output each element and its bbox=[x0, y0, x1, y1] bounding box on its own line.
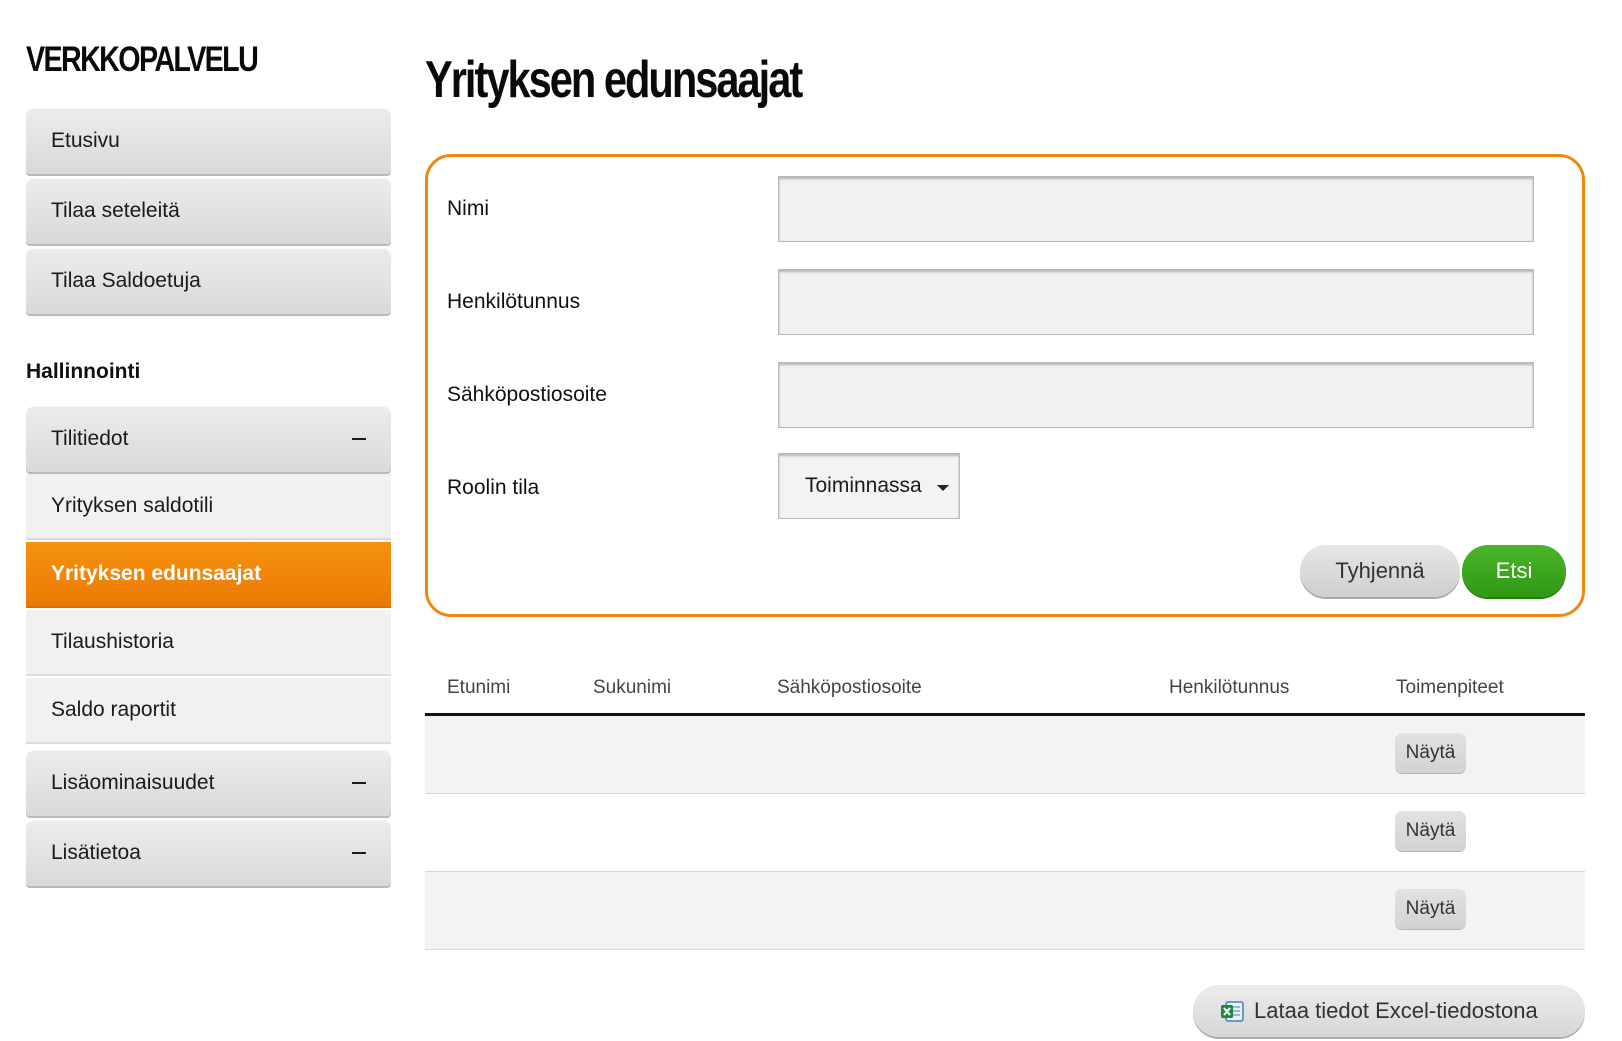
nav-group-extras[interactable]: Lisäominaisuudet bbox=[26, 750, 391, 816]
view-button[interactable]: Näytä bbox=[1395, 811, 1466, 851]
sidebar-item-beneficiaries[interactable]: Yrityksen edunsaajat bbox=[26, 542, 391, 608]
sidebar-item-balance-reports[interactable]: Saldo raportit bbox=[26, 678, 391, 744]
name-input[interactable] bbox=[778, 176, 1534, 242]
email-input[interactable] bbox=[778, 362, 1534, 428]
role-status-label: Roolin tila bbox=[447, 476, 540, 499]
nav-item-label: Tilaa seteleitä bbox=[51, 199, 180, 222]
view-button-label: Näytä bbox=[1405, 898, 1456, 919]
table-row: Näytä bbox=[425, 872, 1585, 950]
nav-item-order-balance[interactable]: Tilaa Saldoetuja bbox=[26, 248, 391, 314]
table-row: Näytä bbox=[425, 794, 1585, 872]
nav-item-etusivu[interactable]: Etusivu bbox=[26, 108, 391, 174]
clear-button[interactable]: Tyhjennä bbox=[1300, 545, 1460, 597]
view-button-label: Näytä bbox=[1405, 820, 1456, 841]
search-button-label: Etsi bbox=[1495, 558, 1533, 583]
download-excel-label: Lataa tiedot Excel-tiedostona bbox=[1254, 998, 1538, 1023]
column-header-last-name: Sukunimi bbox=[593, 677, 672, 698]
page-title: Yrityksen edunsaajat bbox=[425, 51, 803, 109]
ssn-label: Henkilötunnus bbox=[447, 290, 581, 313]
role-status-value: Toiminnassa bbox=[805, 474, 922, 497]
column-header-actions: Toimenpiteet bbox=[1396, 677, 1504, 698]
search-button[interactable]: Etsi bbox=[1462, 545, 1566, 597]
table-header: Etunimi Sukunimi Sähköpostiosoite Henkil… bbox=[425, 660, 1585, 716]
nav-item-order-vouchers[interactable]: Tilaa seteleitä bbox=[26, 178, 391, 244]
sidebar-item-label: Tilaushistoria bbox=[51, 630, 174, 653]
email-label: Sähköpostiosoite bbox=[447, 383, 607, 406]
view-button-label: Näytä bbox=[1405, 742, 1456, 763]
sidebar-item-label: Saldo raportit bbox=[51, 698, 176, 721]
section-heading-admin: Hallinnointi bbox=[26, 360, 141, 383]
column-header-email: Sähköpostiosoite bbox=[777, 677, 922, 698]
dropdown-caret-icon bbox=[937, 485, 949, 491]
nav-item-label: Tilaa Saldoetuja bbox=[51, 269, 201, 292]
search-form: Nimi Henkilötunnus Sähköpostiosoite Rool… bbox=[425, 154, 1585, 617]
nav-group-label: Lisätietoa bbox=[51, 841, 141, 864]
nav-group-label: Tilitiedot bbox=[51, 427, 129, 450]
name-label: Nimi bbox=[447, 197, 489, 220]
view-button[interactable]: Näytä bbox=[1395, 733, 1466, 773]
brand-logo: VERKKOPALVELU bbox=[26, 40, 259, 79]
sidebar-item-label: Yrityksen saldotili bbox=[51, 494, 214, 517]
download-excel-button[interactable]: Lataa tiedot Excel-tiedostona bbox=[1193, 985, 1585, 1037]
column-header-first-name: Etunimi bbox=[447, 677, 511, 698]
nav-group-account[interactable]: Tilitiedot bbox=[26, 406, 391, 472]
sidebar-item-order-history[interactable]: Tilaushistoria bbox=[26, 610, 391, 676]
ssn-input[interactable] bbox=[778, 269, 1534, 335]
clear-button-label: Tyhjennä bbox=[1335, 558, 1425, 583]
nav-group-label: Lisäominaisuudet bbox=[51, 771, 215, 794]
collapse-icon bbox=[352, 782, 366, 784]
collapse-icon bbox=[352, 852, 366, 854]
sidebar-item-company-account[interactable]: Yrityksen saldotili bbox=[26, 474, 391, 540]
view-button[interactable]: Näytä bbox=[1395, 889, 1466, 929]
excel-icon bbox=[1220, 999, 1245, 1024]
collapse-icon bbox=[352, 438, 366, 440]
nav-group-info[interactable]: Lisätietoa bbox=[26, 820, 391, 886]
table-row: Näytä bbox=[425, 716, 1585, 794]
column-header-ssn: Henkilötunnus bbox=[1169, 677, 1290, 698]
results-table: Etunimi Sukunimi Sähköpostiosoite Henkil… bbox=[425, 660, 1585, 950]
role-status-select[interactable]: Toiminnassa bbox=[778, 453, 960, 519]
nav-item-label: Etusivu bbox=[51, 129, 120, 152]
sidebar-item-label: Yrityksen edunsaajat bbox=[51, 562, 262, 585]
